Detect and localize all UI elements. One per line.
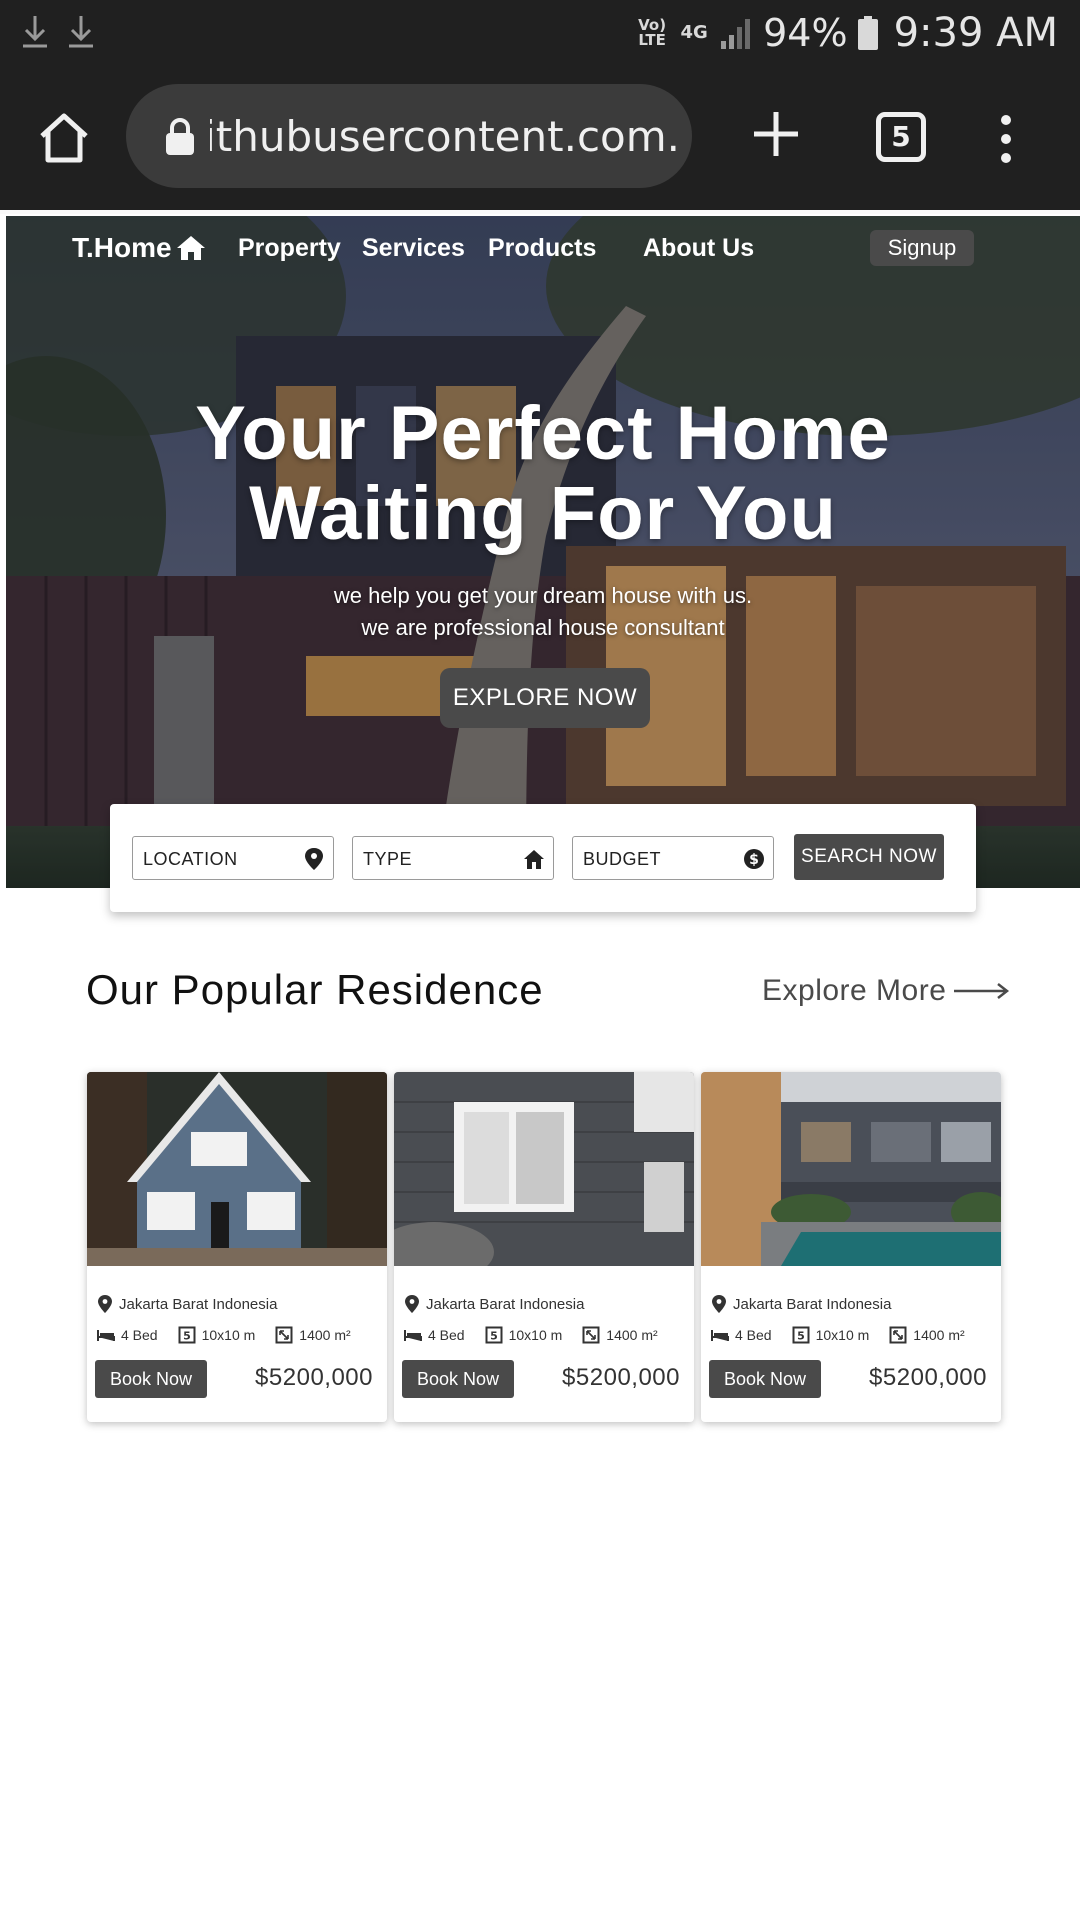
map-pin-icon	[98, 1295, 112, 1313]
map-pin-icon	[712, 1295, 726, 1313]
nav-link-about-us[interactable]: About Us	[643, 234, 754, 263]
type-label: TYPE	[363, 849, 413, 869]
section-title: Our Popular Residence	[86, 966, 544, 1013]
arrow-right-icon	[954, 983, 1010, 999]
tab-switcher-button[interactable]: 5	[876, 112, 926, 162]
address-bar[interactable]: .githubusercontent.com	[126, 84, 692, 188]
book-now-button[interactable]: Book Now	[709, 1360, 821, 1398]
house-icon	[176, 236, 205, 260]
download-icon	[69, 16, 93, 48]
download-icon	[23, 16, 47, 48]
nav-link-services[interactable]: Services	[362, 234, 465, 263]
area-icon	[582, 1326, 600, 1344]
card-location-text: Jakarta Barat Indonesia	[733, 1295, 892, 1313]
url-text[interactable]: .githubusercontent.com	[210, 110, 680, 164]
card-price: $5200,000	[255, 1364, 373, 1391]
house-icon	[524, 850, 544, 869]
card-area: 1400 m²	[299, 1327, 351, 1343]
size-icon: 5	[485, 1326, 503, 1344]
location-field[interactable]: LOCATION	[132, 836, 334, 880]
card-size: 10x10 m	[508, 1327, 563, 1343]
property-photo	[87, 1072, 387, 1266]
card-location: Jakarta Barat Indonesia	[711, 1294, 891, 1314]
explore-now-button[interactable]: EXPLORE NOW	[440, 668, 650, 728]
hero-title-line-2: Waiting For You	[249, 471, 837, 556]
area-icon	[889, 1326, 907, 1344]
lock-icon	[166, 118, 194, 155]
hero-title: Your Perfect Home Waiting For You	[6, 394, 1080, 554]
more-options-icon[interactable]	[994, 114, 1018, 164]
hero-subtitle: we help you get your dream house with us…	[6, 580, 1080, 644]
svg-text:5: 5	[490, 1330, 498, 1343]
map-pin-icon	[305, 848, 323, 870]
card-beds: 4 Bed	[735, 1327, 772, 1343]
property-card[interactable]: Jakarta Barat Indonesia 4 Bed 5 10x10 m 1…	[87, 1072, 387, 1422]
site-nav: T.Home Property Services Products About …	[6, 216, 1080, 280]
card-location-text: Jakarta Barat Indonesia	[119, 1295, 278, 1313]
battery-icon	[857, 16, 878, 50]
hero-title-line-1: Your Perfect Home	[195, 391, 891, 476]
book-now-button[interactable]: Book Now	[402, 1360, 514, 1398]
size-icon: 5	[178, 1326, 196, 1344]
card-features: 4 Bed 5 10x10 m 1400 m²	[404, 1326, 678, 1344]
location-label: LOCATION	[143, 849, 238, 869]
explore-more-link[interactable]: Explore More	[762, 974, 1010, 1008]
svg-text:5: 5	[797, 1330, 805, 1343]
new-tab-icon[interactable]	[748, 106, 804, 162]
network-type: 4G	[680, 22, 708, 43]
bed-icon	[97, 1330, 115, 1341]
budget-label: BUDGET	[583, 849, 662, 869]
book-now-button[interactable]: Book Now	[95, 1360, 207, 1398]
property-photo	[394, 1072, 694, 1266]
card-price: $5200,000	[562, 1364, 680, 1391]
hero-subtitle-line-1: we help you get your dream house with us…	[333, 583, 753, 608]
map-pin-icon	[405, 1295, 419, 1313]
dollar-icon: $	[744, 849, 764, 869]
card-size: 10x10 m	[815, 1327, 870, 1343]
card-price: $5200,000	[869, 1364, 987, 1391]
size-icon: 5	[792, 1326, 810, 1344]
property-card[interactable]: Jakarta Barat Indonesia 4 Bed 5 10x10 m 1…	[394, 1072, 694, 1422]
svg-text:$: $	[749, 852, 759, 868]
home-icon[interactable]	[36, 110, 92, 164]
property-photo	[701, 1072, 1001, 1266]
card-location: Jakarta Barat Indonesia	[404, 1294, 584, 1314]
hero-subtitle-line-2: we are professional house consultant	[361, 615, 725, 640]
nav-link-products[interactable]: Products	[488, 234, 596, 263]
card-location: Jakarta Barat Indonesia	[97, 1294, 277, 1314]
browser-toolbar: .githubusercontent.com 5	[0, 66, 1080, 210]
brand-name: T.Home	[72, 232, 172, 263]
card-size: 10x10 m	[201, 1327, 256, 1343]
brand-logo[interactable]: T.Home	[72, 232, 206, 264]
budget-field[interactable]: BUDGET $	[572, 836, 774, 880]
signal-icon	[721, 19, 751, 49]
card-features: 4 Bed 5 10x10 m 1400 m²	[97, 1326, 371, 1344]
card-area: 1400 m²	[913, 1327, 965, 1343]
search-now-button[interactable]: SEARCH NOW	[794, 834, 944, 880]
card-area: 1400 m²	[606, 1327, 658, 1343]
card-location-text: Jakarta Barat Indonesia	[426, 1295, 585, 1313]
battery-percent: 94%	[763, 11, 848, 55]
card-features: 4 Bed 5 10x10 m 1400 m²	[711, 1326, 985, 1344]
hero-section: T.Home Property Services Products About …	[6, 216, 1080, 888]
bed-icon	[404, 1330, 422, 1341]
card-beds: 4 Bed	[121, 1327, 158, 1343]
explore-more-label: Explore More	[762, 974, 947, 1007]
status-bar: Vo) LTE 4G 94% 9:39 AM	[0, 0, 1080, 66]
signup-button[interactable]: Signup	[870, 230, 974, 266]
property-card[interactable]: Jakarta Barat Indonesia 4 Bed 5 10x10 m 1…	[701, 1072, 1001, 1422]
svg-text:5: 5	[183, 1330, 191, 1343]
search-panel: LOCATION TYPE BUDGET $ SEARCH NOW	[110, 804, 976, 912]
clock: 9:39 AM	[893, 10, 1058, 56]
type-field[interactable]: TYPE	[352, 836, 554, 880]
toolbar-divider	[0, 210, 1080, 214]
area-icon	[275, 1326, 293, 1344]
volte-indicator: Vo) LTE	[638, 16, 667, 49]
card-beds: 4 Bed	[428, 1327, 465, 1343]
bed-icon	[711, 1330, 729, 1341]
nav-link-property[interactable]: Property	[238, 234, 341, 263]
